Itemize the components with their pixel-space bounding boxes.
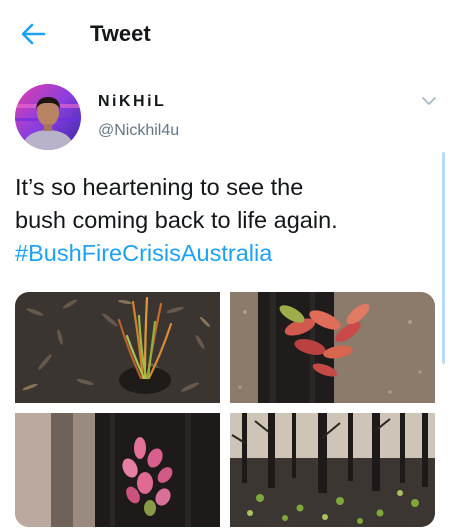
tweet-text: It’s so heartening to see the bush comin…	[15, 171, 425, 270]
back-button[interactable]	[18, 20, 50, 48]
tweet-text-line: It’s so heartening to see the	[15, 174, 304, 200]
hashtag-link[interactable]: #BushFireCrisisAustralia	[15, 237, 425, 270]
photo-trunk-shoots[interactable]	[230, 292, 435, 403]
photo-burnt-forest[interactable]	[230, 413, 435, 527]
chevron-down-icon	[422, 97, 436, 105]
top-bar: Tweet	[0, 0, 450, 68]
scrollbar[interactable]	[442, 152, 445, 364]
photo-grass-regrowth[interactable]	[15, 292, 220, 403]
avatar[interactable]	[15, 84, 81, 150]
tweet-text-line: bush coming back to life again.	[15, 207, 338, 233]
more-options-button[interactable]	[420, 94, 438, 108]
display-name[interactable]: NiKHiL	[98, 92, 166, 112]
media-grid	[15, 292, 435, 527]
photo-pink-shoots[interactable]	[15, 413, 220, 527]
arrow-left-icon	[21, 23, 46, 45]
page-title: Tweet	[90, 21, 151, 46]
user-handle[interactable]: @Nickhil4u	[98, 120, 179, 142]
